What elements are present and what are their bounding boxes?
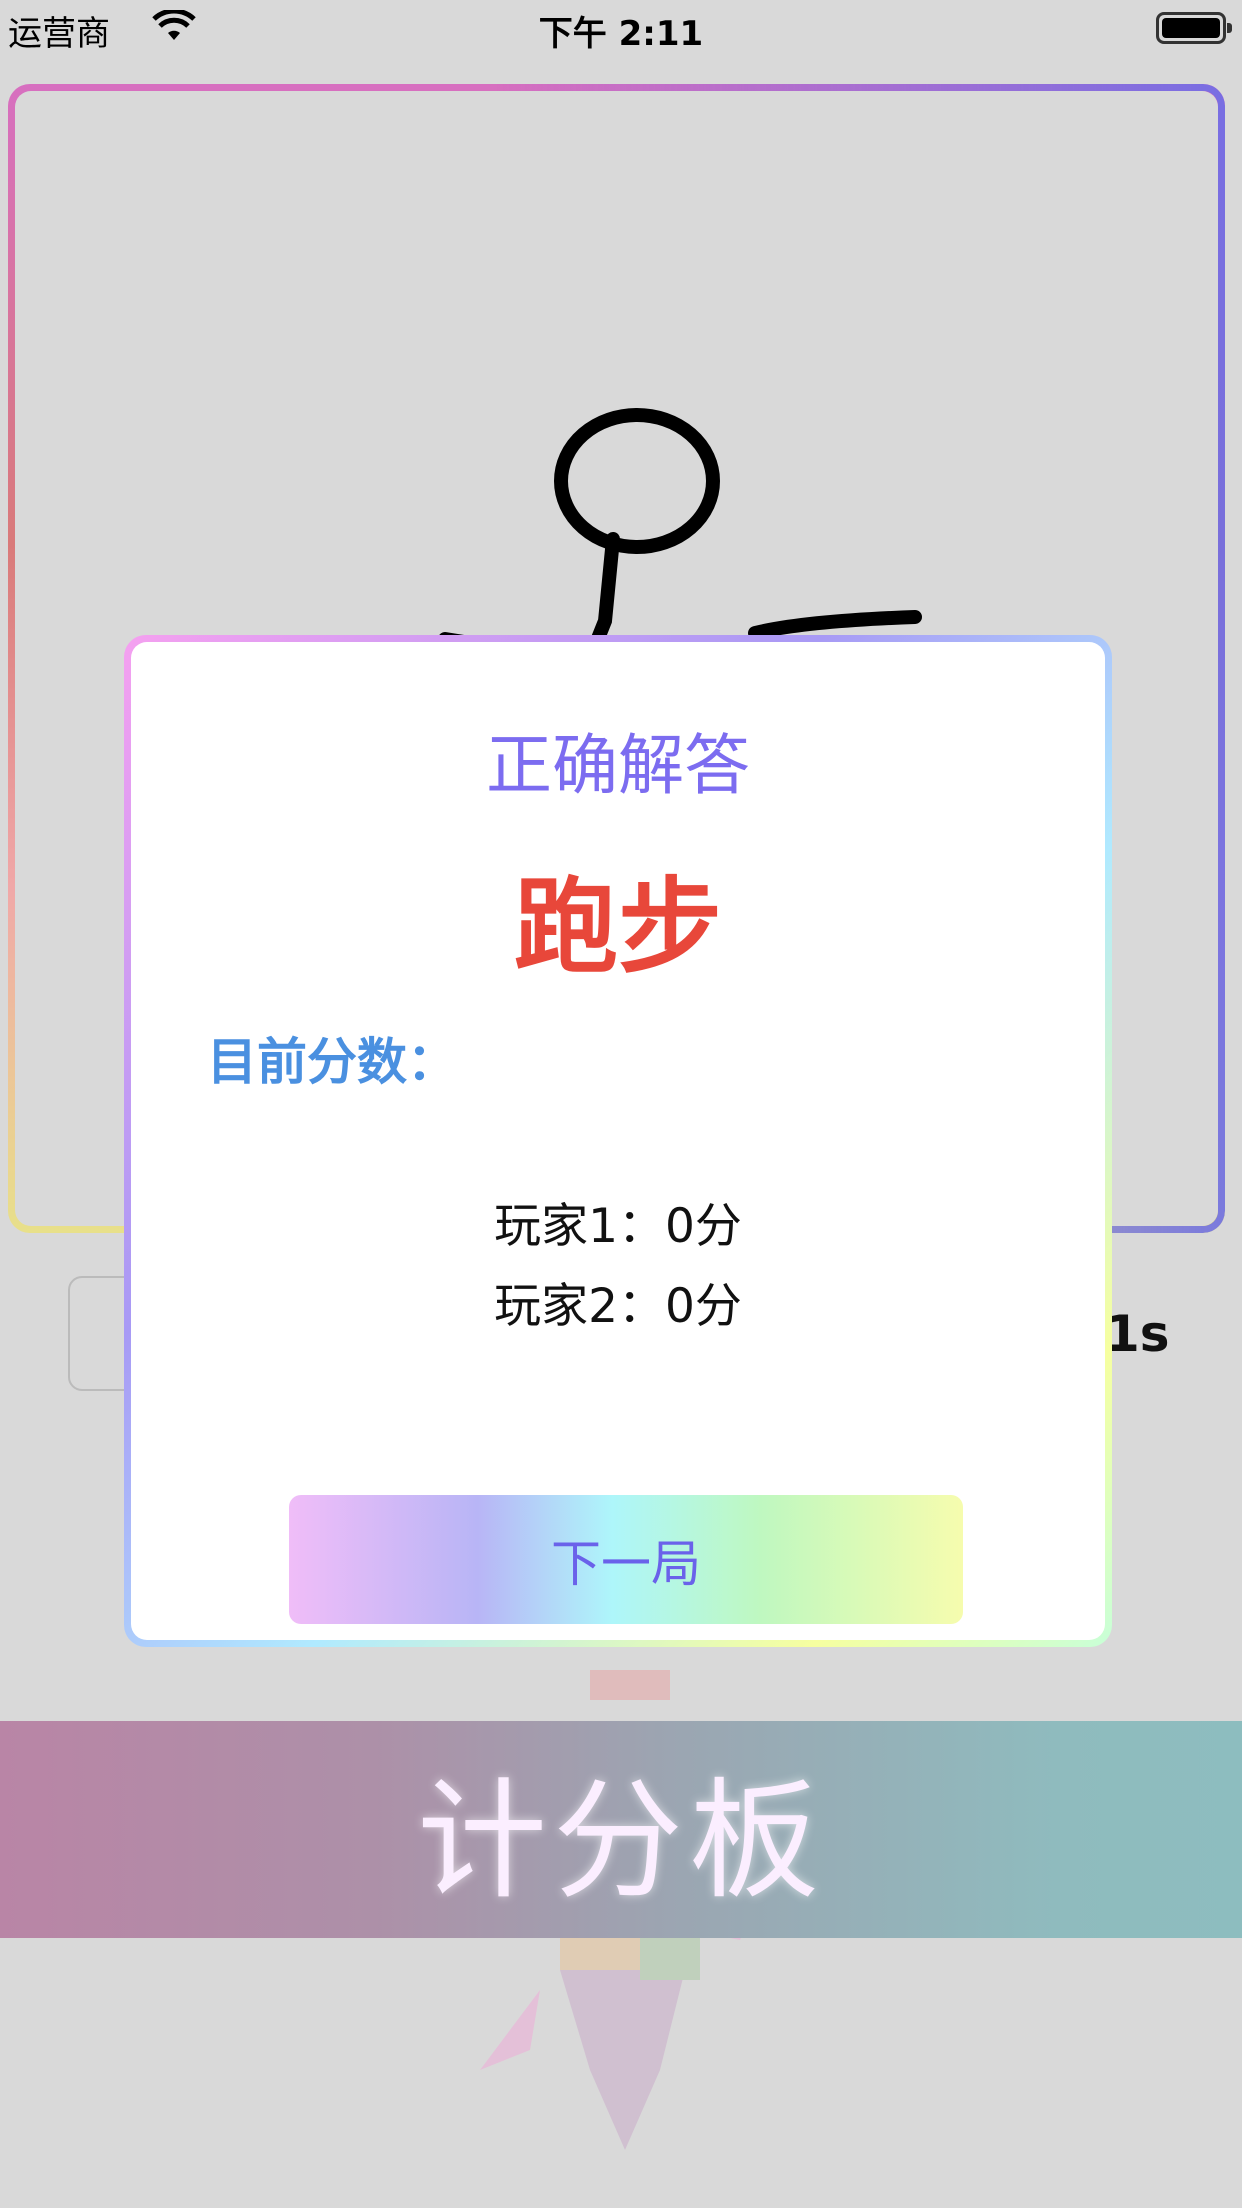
correct-answer: 跑步: [513, 866, 722, 988]
scoreboard-banner: 计分板: [0, 1721, 1242, 1938]
banner-title: 计分板: [416, 1764, 825, 1917]
score-label: 目前分数：: [207, 1033, 457, 1091]
status-bar: 运营商 下午 2:11: [0, 0, 1242, 56]
dialog-title: 正确解答: [486, 727, 750, 804]
player2-score: 玩家2：0分: [494, 1279, 742, 1334]
status-time: 下午 2:11: [538, 14, 704, 54]
battery-icon: [1156, 12, 1232, 44]
countdown-timer: 1s: [1105, 1305, 1170, 1363]
next-round-button[interactable]: 下一局: [289, 1495, 963, 1624]
result-dialog: 正确解答 跑步 目前分数： 玩家1：0分 玩家2：0分 下一局: [124, 635, 1112, 1647]
player1-score: 玩家1：0分: [494, 1199, 742, 1254]
